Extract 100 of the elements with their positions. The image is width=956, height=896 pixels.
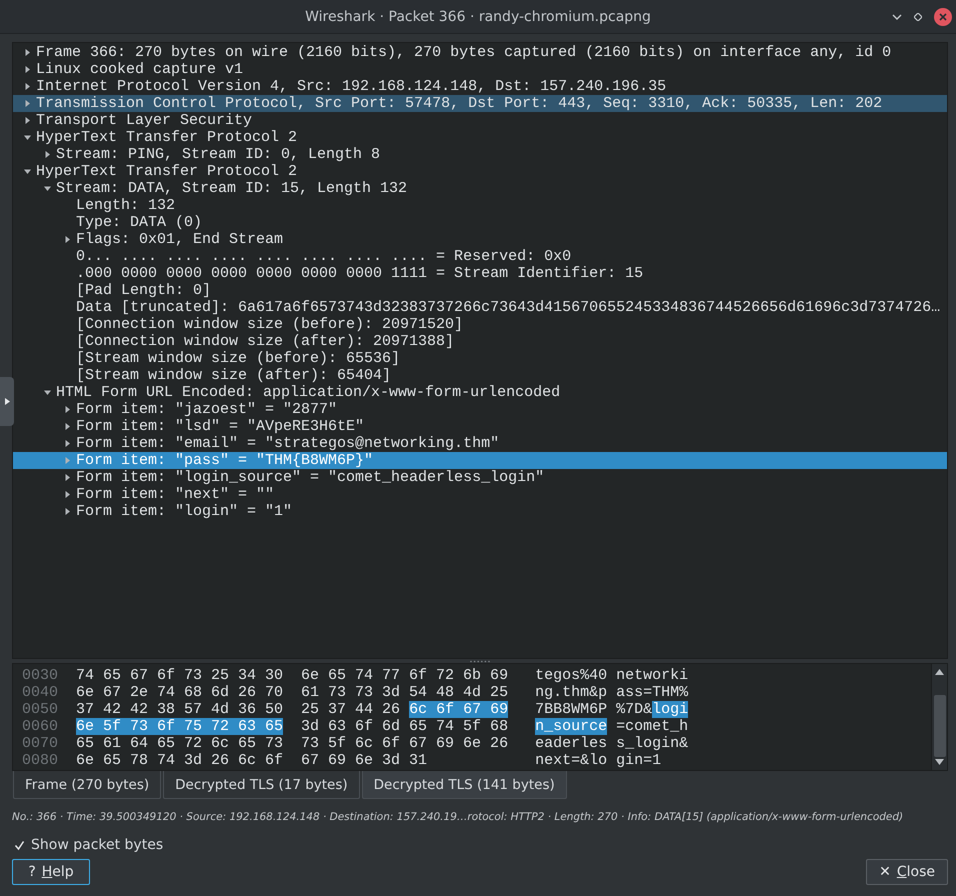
close-icon[interactable] [934, 8, 952, 26]
tree-item-text: Internet Protocol Version 4, Src: 192.168.124.148, Dst: 157.240.196.35 [36, 78, 666, 95]
caret-down-icon[interactable] [44, 389, 51, 396]
tree-row[interactable]: Internet Protocol Version 4, Src: 192.168.124.148, Dst: 157.240.196.35 [13, 78, 947, 95]
hex-offset: 0030 [22, 667, 60, 684]
caret-right-icon[interactable] [24, 117, 31, 124]
status-text: No.: 366 · Time: 39.500349120 · Source: 192.168.124.148 · Destination: 157.240.19…rotocol: HTTP2 · Length: 270 · Info: DATA[15] (application/x-www-form-urlencoded) [12, 811, 904, 823]
caret-right-icon[interactable] [64, 440, 71, 447]
caret-right-icon[interactable] [64, 508, 71, 515]
tree-row[interactable]: Form item: "login" = "1" [13, 503, 947, 520]
tree-item-text: Form item: "lsd" = "AVpeRE3H6tE" [76, 418, 364, 435]
tree-row[interactable]: HTML Form URL Encoded: application/x-www-form-urlencoded [13, 384, 947, 401]
tree-row[interactable]: Flags: 0x01, End Stream [13, 231, 947, 248]
scrollbar-thumb[interactable] [934, 695, 946, 757]
tree-row[interactable]: [Connection window size (after): 20971388] [13, 333, 947, 350]
hex-bytes: 65 61 64 65 72 6c 65 73 [76, 735, 284, 752]
tree-row[interactable]: HyperText Transfer Protocol 2 [13, 129, 947, 146]
ascii-text: %7D& [616, 701, 652, 718]
tree-row[interactable]: HyperText Transfer Protocol 2 [13, 163, 947, 180]
ascii-text: n_source [535, 718, 608, 735]
hex-bytes: 6e 65 74 77 6f 72 6b 69 [301, 667, 508, 684]
tree-row[interactable]: Linux cooked capture v1 [13, 61, 947, 78]
caret-right-icon[interactable] [24, 49, 31, 56]
window-title: Wireshark · Packet 366 · randy-chromium.pcapng [305, 8, 651, 24]
splitter-grip-icon[interactable] [469, 660, 491, 662]
tree-row[interactable]: .000 0000 0000 0000 0000 0000 0000 1111 = Stream Identifier: 15 [13, 265, 947, 282]
tree-item-text: Form item: "jazoest" = "2877" [76, 401, 338, 418]
caret-down-icon[interactable] [24, 168, 31, 175]
tree-item-text: HyperText Transfer Protocol 2 [36, 163, 298, 180]
ascii-text: =comet_h [616, 718, 688, 735]
minimize-icon[interactable] [892, 14, 902, 20]
tree-item-text: Transport Layer Security [36, 112, 252, 129]
tree-row[interactable]: [Stream window size (after): 65404] [13, 367, 947, 384]
tree-row[interactable]: Form item: "next" = "" [13, 486, 947, 503]
tree-item-text: .000 0000 0000 0000 0000 0000 0000 1111 = Stream Identifier: 15 [76, 265, 644, 282]
tree-item-text: Type: DATA (0) [76, 214, 202, 231]
restore-icon[interactable] [914, 13, 922, 21]
tree-item-text: [Stream window size (before): 65536] [76, 350, 400, 367]
tree-row[interactable]: [Connection window size (before): 20971520] [13, 316, 947, 333]
caret-right-icon[interactable] [44, 151, 51, 158]
hex-offset: 0050 [22, 701, 60, 718]
ascii-text: networki [616, 667, 688, 684]
tree-item-text: Stream: PING, Stream ID: 0, Length 8 [56, 146, 380, 163]
ascii-text: next=&lo [535, 752, 608, 769]
hex-bytes: 67 69 6e 3d 31 [301, 752, 428, 769]
tree-row[interactable]: Form item: "jazoest" = "2877" [13, 401, 947, 418]
tree-item-text: [Stream window size (after): 65404] [76, 367, 392, 384]
hex-bytes: 6e 67 2e 74 68 6d 26 70 [76, 684, 284, 701]
ascii-text: eaderles [535, 735, 608, 752]
hex-bytes: 73 5f 6c 6f 67 69 6e 26 [301, 735, 508, 752]
hex-offset: 0070 [22, 735, 60, 752]
hex-offset: 0060 [22, 718, 60, 735]
ascii-text: logi [652, 701, 688, 718]
caret-down-icon[interactable] [44, 185, 51, 192]
tree-row[interactable]: Form item: "pass" = "THM{B8WM6P}" [13, 452, 947, 469]
hex-bytes: 37 42 42 38 57 4d 36 50 [76, 701, 284, 718]
ascii-text: gin=1 [616, 752, 662, 769]
ascii-text: tegos%40 [535, 667, 608, 684]
tree-row[interactable]: Stream: PING, Stream ID: 0, Length 8 [13, 146, 947, 163]
scroll-down-icon[interactable] [935, 759, 944, 765]
tree-row[interactable]: Form item: "lsd" = "AVpeRE3H6tE" [13, 418, 947, 435]
hex-offset: 0040 [22, 684, 60, 701]
hex-bytes: 6e 65 78 74 3d 26 6c 6f [76, 752, 284, 769]
tree-item-text: [Connection window size (before): 20971520] [76, 316, 464, 333]
caret-right-icon[interactable] [64, 423, 71, 430]
tree-item-text: Form item: "login_source" = "comet_headerless_login" [76, 469, 544, 486]
hex-bytes: 74 65 67 6f 73 25 34 30 [76, 667, 284, 684]
tree-row[interactable]: Type: DATA (0) [13, 214, 947, 231]
caret-right-icon[interactable] [24, 66, 31, 73]
close-button[interactable]: ✕ Close [866, 859, 948, 885]
tree-row[interactable]: [Pad Length: 0] [13, 282, 947, 299]
tree-item-text: Form item: "pass" = "THM{B8WM6P}" [76, 452, 374, 469]
tree-row[interactable]: Length: 132 [13, 197, 947, 214]
help-button[interactable]: ? Help [12, 859, 90, 885]
side-panel-handle[interactable] [0, 377, 14, 426]
caret-down-icon[interactable] [24, 134, 31, 141]
byte-tab[interactable]: Decrypted TLS (141 bytes) [362, 771, 567, 799]
tree-item-text: Length: 132 [76, 197, 176, 214]
tree-row[interactable]: Stream: DATA, Stream ID: 15, Length 132 [13, 180, 947, 197]
tree-item-text: Stream: DATA, Stream ID: 15, Length 132 [56, 180, 408, 197]
tree-row[interactable]: [Stream window size (before): 65536] [13, 350, 947, 367]
caret-right-icon[interactable] [24, 100, 31, 107]
tree-row[interactable]: 0... .... .... .... .... .... .... .... = Reserved: 0x0 [13, 248, 947, 265]
hex-bytes: 3d 63 6f 6d 65 74 5f 68 [301, 718, 508, 735]
caret-right-icon[interactable] [64, 236, 71, 243]
tree-item-text: HTML Form URL Encoded: application/x-www-form-urlencoded [56, 384, 560, 401]
caret-right-icon[interactable] [64, 474, 71, 481]
checkbox-label: Show packet bytes [31, 837, 164, 853]
tree-row[interactable]: Transport Layer Security [13, 112, 947, 129]
caret-right-icon[interactable] [64, 491, 71, 498]
tree-item-text: Form item: "login" = "1" [76, 503, 292, 520]
tree-row[interactable]: Form item: "login_source" = "comet_headerless_login" [13, 469, 947, 486]
hex-offset: 0080 [22, 752, 60, 769]
caret-right-icon[interactable] [24, 83, 31, 90]
tree-row[interactable]: Form item: "email" = "strategos@networking.thm" [13, 435, 947, 452]
ascii-text: 7BB8WM6P [535, 701, 608, 718]
byte-tab[interactable]: Frame (270 bytes) [13, 771, 162, 799]
caret-right-icon[interactable] [64, 406, 71, 413]
scroll-up-icon[interactable] [935, 669, 944, 675]
byte-tab[interactable]: Decrypted TLS (17 bytes) [163, 771, 360, 799]
